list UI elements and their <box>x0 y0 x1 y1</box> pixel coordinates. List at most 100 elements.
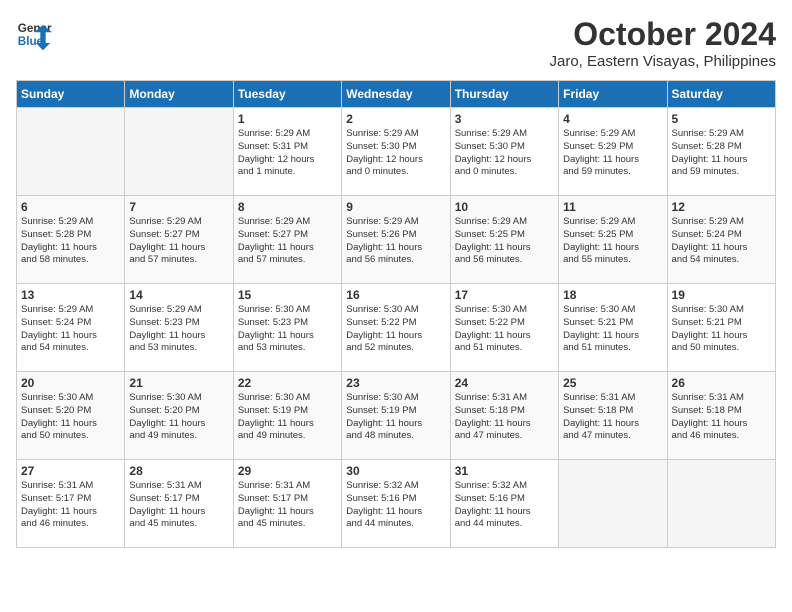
cell-info: Sunrise: 5:30 AM Sunset: 5:19 PM Dayligh… <box>238 392 337 443</box>
calendar-cell: 21 Sunrise: 5:30 AM Sunset: 5:20 PM Dayli… <box>125 372 233 460</box>
calendar-body: 1 Sunrise: 5:29 AM Sunset: 5:31 PM Daylig… <box>17 108 776 548</box>
logo-icon: General Blue <box>16 16 52 52</box>
logo: General Blue <box>16 16 52 52</box>
day-number: 26 <box>672 376 771 390</box>
weekday-header: Monday <box>125 81 233 108</box>
cell-info: Sunrise: 5:30 AM Sunset: 5:23 PM Dayligh… <box>238 304 337 355</box>
day-number: 15 <box>238 288 337 302</box>
cell-info: Sunrise: 5:29 AM Sunset: 5:23 PM Dayligh… <box>129 304 228 355</box>
day-number: 14 <box>129 288 228 302</box>
cell-info: Sunrise: 5:29 AM Sunset: 5:28 PM Dayligh… <box>672 128 771 179</box>
day-number: 5 <box>672 112 771 126</box>
calendar-week-row: 27Sunrise: 5:31 AM Sunset: 5:17 PM Dayli… <box>17 460 776 548</box>
day-number: 23 <box>346 376 445 390</box>
day-number: 6 <box>21 200 120 214</box>
day-number: 7 <box>129 200 228 214</box>
calendar-cell: 29 Sunrise: 5:31 AM Sunset: 5:17 PM Dayli… <box>233 460 341 548</box>
cell-info: Sunrise: 5:29 AM Sunset: 5:29 PM Dayligh… <box>563 128 662 179</box>
cell-info: Sunrise: 5:32 AM Sunset: 5:16 PM Dayligh… <box>455 480 554 531</box>
cell-info: Sunrise: 5:29 AM Sunset: 5:24 PM Dayligh… <box>21 304 120 355</box>
cell-info: Sunrise: 5:29 AM Sunset: 5:26 PM Dayligh… <box>346 216 445 267</box>
cell-info: Sunrise: 5:30 AM Sunset: 5:21 PM Dayligh… <box>563 304 662 355</box>
cell-info: Sunrise: 5:30 AM Sunset: 5:22 PM Dayligh… <box>455 304 554 355</box>
calendar-cell: 17 Sunrise: 5:30 AM Sunset: 5:22 PM Dayli… <box>450 284 558 372</box>
day-number: 1 <box>238 112 337 126</box>
day-number: 21 <box>129 376 228 390</box>
day-number: 12 <box>672 200 771 214</box>
calendar-cell: 1 Sunrise: 5:29 AM Sunset: 5:31 PM Daylig… <box>233 108 341 196</box>
cell-info: Sunrise: 5:30 AM Sunset: 5:22 PM Dayligh… <box>346 304 445 355</box>
cell-info: Sunrise: 5:29 AM Sunset: 5:27 PM Dayligh… <box>129 216 228 267</box>
day-number: 20 <box>21 376 120 390</box>
calendar-cell: 8 Sunrise: 5:29 AM Sunset: 5:27 PM Daylig… <box>233 196 341 284</box>
day-number: 24 <box>455 376 554 390</box>
calendar-week-row: 6 Sunrise: 5:29 AM Sunset: 5:28 PM Daylig… <box>17 196 776 284</box>
cell-info: Sunrise: 5:29 AM Sunset: 5:27 PM Dayligh… <box>238 216 337 267</box>
cell-info: Sunrise: 5:32 AM Sunset: 5:16 PM Dayligh… <box>346 480 445 531</box>
day-number: 4 <box>563 112 662 126</box>
calendar-cell: 11Sunrise: 5:29 AM Sunset: 5:25 PM Dayli… <box>559 196 667 284</box>
cell-info: Sunrise: 5:30 AM Sunset: 5:20 PM Dayligh… <box>21 392 120 443</box>
calendar-table: SundayMondayTuesdayWednesdayThursdayFrid… <box>16 80 776 548</box>
day-number: 30 <box>346 464 445 478</box>
calendar-cell <box>17 108 125 196</box>
cell-info: Sunrise: 5:31 AM Sunset: 5:18 PM Dayligh… <box>563 392 662 443</box>
location-title: Jaro, Eastern Visayas, Philippines <box>549 53 776 70</box>
cell-info: Sunrise: 5:29 AM Sunset: 5:24 PM Dayligh… <box>672 216 771 267</box>
day-number: 8 <box>238 200 337 214</box>
cell-info: Sunrise: 5:31 AM Sunset: 5:17 PM Dayligh… <box>21 480 120 531</box>
calendar-cell <box>667 460 775 548</box>
calendar-cell: 7 Sunrise: 5:29 AM Sunset: 5:27 PM Daylig… <box>125 196 233 284</box>
calendar-cell: 20 Sunrise: 5:30 AM Sunset: 5:20 PM Dayli… <box>17 372 125 460</box>
cell-info: Sunrise: 5:30 AM Sunset: 5:20 PM Dayligh… <box>129 392 228 443</box>
cell-info: Sunrise: 5:29 AM Sunset: 5:28 PM Dayligh… <box>21 216 120 267</box>
day-number: 9 <box>346 200 445 214</box>
day-number: 11 <box>563 200 662 214</box>
day-number: 31 <box>455 464 554 478</box>
calendar-cell <box>559 460 667 548</box>
day-number: 17 <box>455 288 554 302</box>
day-number: 16 <box>346 288 445 302</box>
calendar-week-row: 13Sunrise: 5:29 AM Sunset: 5:24 PM Dayli… <box>17 284 776 372</box>
calendar-cell: 6 Sunrise: 5:29 AM Sunset: 5:28 PM Daylig… <box>17 196 125 284</box>
calendar-cell: 2 Sunrise: 5:29 AM Sunset: 5:30 PM Daylig… <box>342 108 450 196</box>
month-title: October 2024 <box>549 16 776 53</box>
calendar-cell: 10Sunrise: 5:29 AM Sunset: 5:25 PM Dayli… <box>450 196 558 284</box>
weekday-header: Thursday <box>450 81 558 108</box>
calendar-cell: 15 Sunrise: 5:30 AM Sunset: 5:23 PM Dayli… <box>233 284 341 372</box>
weekday-header: Tuesday <box>233 81 341 108</box>
day-number: 29 <box>238 464 337 478</box>
calendar-cell: 28 Sunrise: 5:31 AM Sunset: 5:17 PM Dayli… <box>125 460 233 548</box>
calendar-cell: 25 Sunrise: 5:31 AM Sunset: 5:18 PM Dayli… <box>559 372 667 460</box>
day-number: 19 <box>672 288 771 302</box>
day-number: 3 <box>455 112 554 126</box>
cell-info: Sunrise: 5:31 AM Sunset: 5:17 PM Dayligh… <box>129 480 228 531</box>
day-number: 22 <box>238 376 337 390</box>
calendar-cell: 23 Sunrise: 5:30 AM Sunset: 5:19 PM Dayli… <box>342 372 450 460</box>
calendar-week-row: 20 Sunrise: 5:30 AM Sunset: 5:20 PM Dayli… <box>17 372 776 460</box>
cell-info: Sunrise: 5:29 AM Sunset: 5:30 PM Dayligh… <box>455 128 554 179</box>
cell-info: Sunrise: 5:29 AM Sunset: 5:31 PM Dayligh… <box>238 128 337 179</box>
calendar-cell: 27Sunrise: 5:31 AM Sunset: 5:17 PM Dayli… <box>17 460 125 548</box>
calendar-cell: 19 Sunrise: 5:30 AM Sunset: 5:21 PM Dayli… <box>667 284 775 372</box>
cell-info: Sunrise: 5:30 AM Sunset: 5:21 PM Dayligh… <box>672 304 771 355</box>
calendar-week-row: 1 Sunrise: 5:29 AM Sunset: 5:31 PM Daylig… <box>17 108 776 196</box>
day-number: 25 <box>563 376 662 390</box>
weekday-header: Sunday <box>17 81 125 108</box>
day-number: 28 <box>129 464 228 478</box>
cell-info: Sunrise: 5:31 AM Sunset: 5:17 PM Dayligh… <box>238 480 337 531</box>
weekday-header: Friday <box>559 81 667 108</box>
cell-info: Sunrise: 5:30 AM Sunset: 5:19 PM Dayligh… <box>346 392 445 443</box>
cell-info: Sunrise: 5:29 AM Sunset: 5:25 PM Dayligh… <box>455 216 554 267</box>
calendar-cell: 31 Sunrise: 5:32 AM Sunset: 5:16 PM Dayli… <box>450 460 558 548</box>
day-number: 2 <box>346 112 445 126</box>
calendar-cell <box>125 108 233 196</box>
calendar-cell: 9 Sunrise: 5:29 AM Sunset: 5:26 PM Daylig… <box>342 196 450 284</box>
weekday-header: Saturday <box>667 81 775 108</box>
calendar-cell: 4 Sunrise: 5:29 AM Sunset: 5:29 PM Daylig… <box>559 108 667 196</box>
calendar-cell: 12 Sunrise: 5:29 AM Sunset: 5:24 PM Dayli… <box>667 196 775 284</box>
calendar-header-row: SundayMondayTuesdayWednesdayThursdayFrid… <box>17 81 776 108</box>
cell-info: Sunrise: 5:31 AM Sunset: 5:18 PM Dayligh… <box>672 392 771 443</box>
cell-info: Sunrise: 5:29 AM Sunset: 5:30 PM Dayligh… <box>346 128 445 179</box>
day-number: 18 <box>563 288 662 302</box>
